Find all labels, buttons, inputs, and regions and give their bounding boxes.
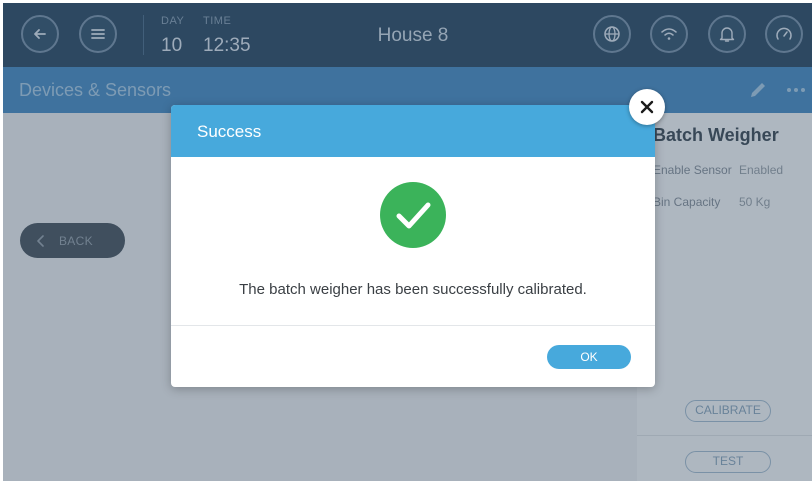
dialog-header: Success: [171, 105, 655, 157]
dialog-message: The batch weigher has been successfully …: [239, 281, 587, 298]
success-dialog: Success The batch weigher has been succe…: [171, 105, 655, 387]
success-check-icon: [380, 182, 446, 248]
close-icon: [640, 100, 654, 114]
app-window: DAY 10 TIME 12:35 House 8 Devices & Sens…: [3, 3, 812, 481]
ok-button[interactable]: OK: [547, 345, 631, 369]
dialog-divider: [171, 325, 655, 326]
dialog-title: Success: [197, 122, 262, 141]
close-dialog-button[interactable]: [629, 89, 665, 125]
